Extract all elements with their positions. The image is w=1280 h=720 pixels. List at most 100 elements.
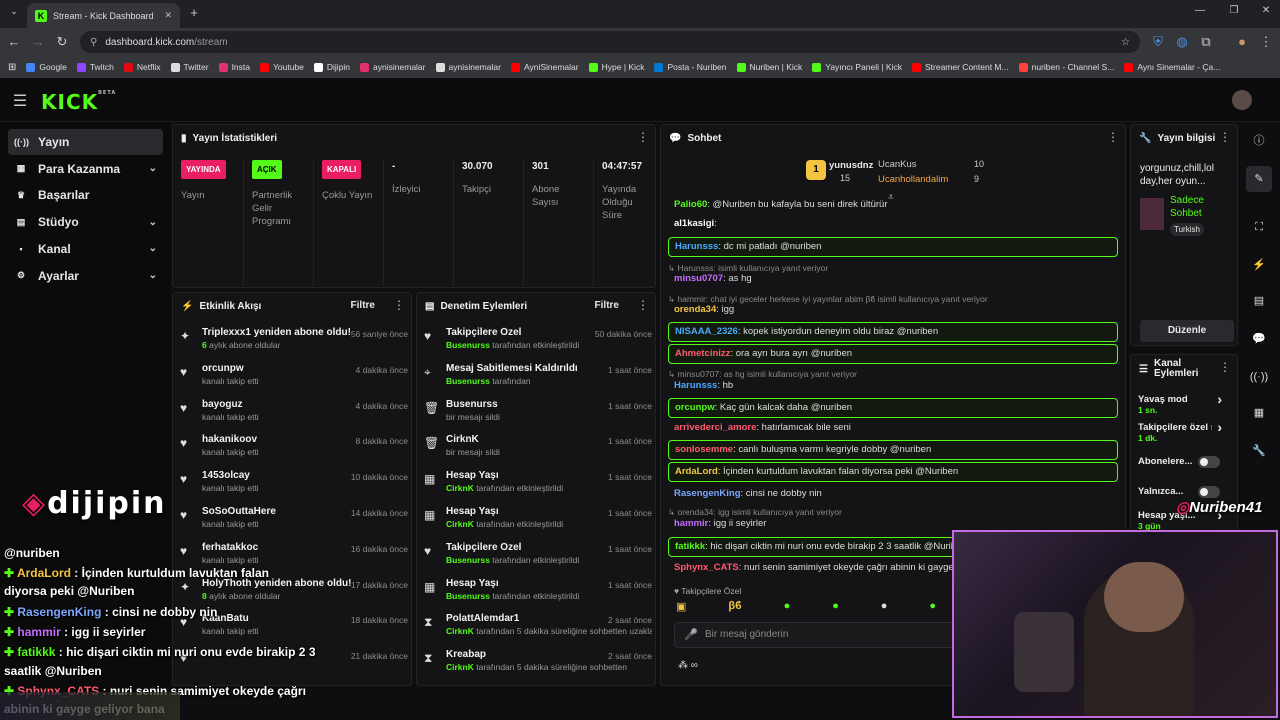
bookmark-item[interactable]: Netflix [123,62,161,72]
activity-item[interactable]: ✦ Triplexxx1 yeniden abone oldu! 6 aylık a… [180,327,408,361]
moderation-item[interactable]: ⧗ Kreabap CirknK tarafından 5 dakika sürel… [424,649,652,683]
bookmark-item[interactable]: Yayıncı Paneli | Kick [812,62,902,72]
top-gifter-2-name[interactable]: UcanKus [878,159,917,170]
chat-username[interactable]: NISAAA_2326 [675,326,738,337]
emote-kick4-icon[interactable]: ● [929,600,936,616]
emote-gift-icon[interactable]: ▣ [676,600,686,616]
maximize-icon[interactable]: ❐ [1226,5,1242,16]
moderation-item[interactable]: ⧗ PolattAlemdar1 CirknK tarafından 5 dakik… [424,613,652,647]
tab-search-icon[interactable]: ⌄ [6,6,22,17]
extension-shield-icon[interactable]: ⛨ [1150,34,1166,50]
back-icon[interactable]: ← [6,34,22,49]
edit-pencil-icon[interactable]: ✎ [1246,166,1272,192]
browser-tab[interactable]: K Stream - Kick Dashboard ✕ [27,3,180,28]
fullscreen-icon[interactable]: ⛶ [1246,214,1272,240]
top-gifter-3-name[interactable]: Ucanhollandalim [878,174,948,185]
moderation-filter-button[interactable]: Filtre [595,300,619,311]
rail-wrench-icon[interactable]: 🔧 [1246,438,1272,464]
chat-more-icon[interactable]: ⋮ [1107,130,1119,144]
edit-stream-button[interactable]: Düzenle [1140,320,1234,342]
moderation-item[interactable]: ▦ Hesap Yaşı CirknK tarafından etkinleştir… [424,470,652,504]
moderation-item[interactable]: ▦ Hesap Yaşı Busenurss tarafından etkinleş… [424,578,652,612]
bookmark-item[interactable]: Twitch [76,62,114,72]
chat-username[interactable]: orenda34 [674,304,716,315]
emote-kick1-icon[interactable]: ● [784,600,791,616]
bookmark-item[interactable]: Hype | Kick [588,62,644,72]
site-info-icon[interactable]: ⚲ [90,37,97,48]
sidebar-item-2[interactable]: ♛ Başarılar [8,182,163,208]
channel-action-item[interactable]: Takipçilere özel s1 dk. › [1138,420,1230,444]
chat-username[interactable]: sonlosemme [675,444,733,455]
bookmark-item[interactable]: Streamer Content M... [911,62,1009,72]
activity-item[interactable]: ♥ hakanikoov kanalı takip etti 8 dakika önc… [180,434,408,468]
chat-username[interactable]: al1kasigi [674,218,714,229]
kick-logo[interactable]: KICKBETA [41,90,116,114]
rail-stack-icon[interactable]: ▦ [1246,400,1272,426]
chat-username[interactable]: Ahmetcinizz [675,348,730,359]
bookmark-item[interactable]: aynisinemalar [435,62,501,72]
profile-icon[interactable]: ● [1234,34,1250,49]
chat-username[interactable]: orcunpw [675,402,715,413]
chat-username[interactable]: fatikkk [675,541,705,552]
chat-username[interactable]: Harunsss [675,241,718,252]
channel-action-toggle[interactable] [1198,486,1220,498]
moderation-item[interactable]: 🗑 Busenurss bir mesajı sildi 1 saat önce [424,399,652,433]
rail-chat-icon[interactable]: 💬 [1246,326,1272,352]
activity-item[interactable]: ♥ orcunpw kanalı takip etti 4 dakika önce [180,363,408,397]
forward-icon[interactable]: → [30,34,46,49]
bookmark-item[interactable]: nuriben - Channel S... [1018,62,1114,72]
bookmark-item[interactable]: aynisinemalar [360,62,426,72]
moderation-item[interactable]: ♥ Takipçilere Özel Busenurss tarafından et… [424,542,652,576]
chat-username[interactable]: hammir [674,518,708,529]
hamburger-menu-icon[interactable]: ☰ [12,91,28,111]
bookmark-item[interactable]: Insta [218,62,250,72]
bookmark-item[interactable]: Youtube [260,62,304,72]
activity-more-icon[interactable]: ⋮ [393,298,405,312]
moderation-item[interactable]: ▦ Hesap Yaşı CirknK tarafından etkinleştir… [424,506,652,540]
emote-beta-icon[interactable]: βϐ [728,600,741,616]
close-tab-icon[interactable]: ✕ [164,10,172,21]
sidebar-item-1[interactable]: ▦ Para Kazanma ⌄ [8,156,163,182]
activity-item[interactable]: ♥ bayoguz kanalı takip etti 4 dakika önce [180,399,408,433]
chat-username[interactable]: arrivederci_amore [674,422,756,433]
browser-menu-icon[interactable]: ⋮ [1258,34,1274,50]
apps-icon[interactable]: ⊞ [8,62,16,73]
bookmark-item[interactable]: Aynı Sinemalar - Ça... [1124,62,1220,72]
top-gifter-1-name[interactable]: yunusdnz [829,160,873,171]
channel-action-toggle[interactable] [1198,456,1220,468]
bookmark-item[interactable]: Posta - Nuriben [654,62,727,72]
new-tab-icon[interactable]: + [186,5,202,20]
bookmark-item[interactable]: AyniSinemalar [510,62,579,72]
sidebar-item-0[interactable]: ((·)) Yayın [8,129,163,155]
channel-action-item[interactable]: Yalnızca... [1138,486,1230,498]
bookmark-item[interactable]: Google [26,62,67,72]
channel-action-item[interactable]: Abonelere... [1138,456,1230,468]
bookmark-star-icon[interactable]: ☆ [1121,37,1130,48]
bookmark-item[interactable]: Nuriben | Kick [736,62,802,72]
reload-icon[interactable]: ↻ [54,34,70,50]
moderation-item[interactable]: 🗑 CirknK bir mesajı sildi 1 saat önce [424,434,652,468]
channel-action-item[interactable]: Yavaş mod 1 sn. › [1138,392,1230,416]
bookmark-item[interactable]: Twitter [170,62,209,72]
mic-icon[interactable]: 🎤 [684,628,698,641]
extensions-icon[interactable]: ⧉ [1198,34,1214,50]
avatar[interactable] [1232,90,1252,110]
activity-item[interactable]: ♥ SoSoOuttaHere kanalı takip etti 14 dakika… [180,506,408,540]
chat-username[interactable]: Harunsss [674,380,717,391]
activity-item[interactable]: ♥ 1453olcay kanalı takip etti 10 dakika önc… [180,470,408,504]
rail-lightning-icon[interactable]: ⚡ [1246,252,1272,278]
chat-username[interactable]: RasengenKing [674,488,741,499]
minimize-icon[interactable]: — [1192,5,1208,16]
extension-globe-icon[interactable]: ◍ [1174,34,1190,50]
emote-kick2-icon[interactable]: ● [832,600,839,616]
rail-doc-icon[interactable]: ▤ [1246,288,1272,314]
info-icon[interactable]: ⓘ [1246,128,1272,154]
close-window-icon[interactable]: ✕ [1258,5,1274,16]
sidebar-item-5[interactable]: ⚙ Ayarlar ⌄ [8,263,163,289]
channel-actions-more-icon[interactable]: ⋮ [1219,360,1231,374]
stream-info-more-icon[interactable]: ⋮ [1219,130,1231,144]
chat-settings-icon[interactable]: ⁂ ∞ [678,660,698,671]
moderation-item[interactable]: ♥ Takipçilere Özel Busenurss tarafından et… [424,327,652,361]
stats-more-icon[interactable]: ⋮ [637,130,649,144]
sidebar-item-3[interactable]: ▤ Stüdyo ⌄ [8,209,163,235]
